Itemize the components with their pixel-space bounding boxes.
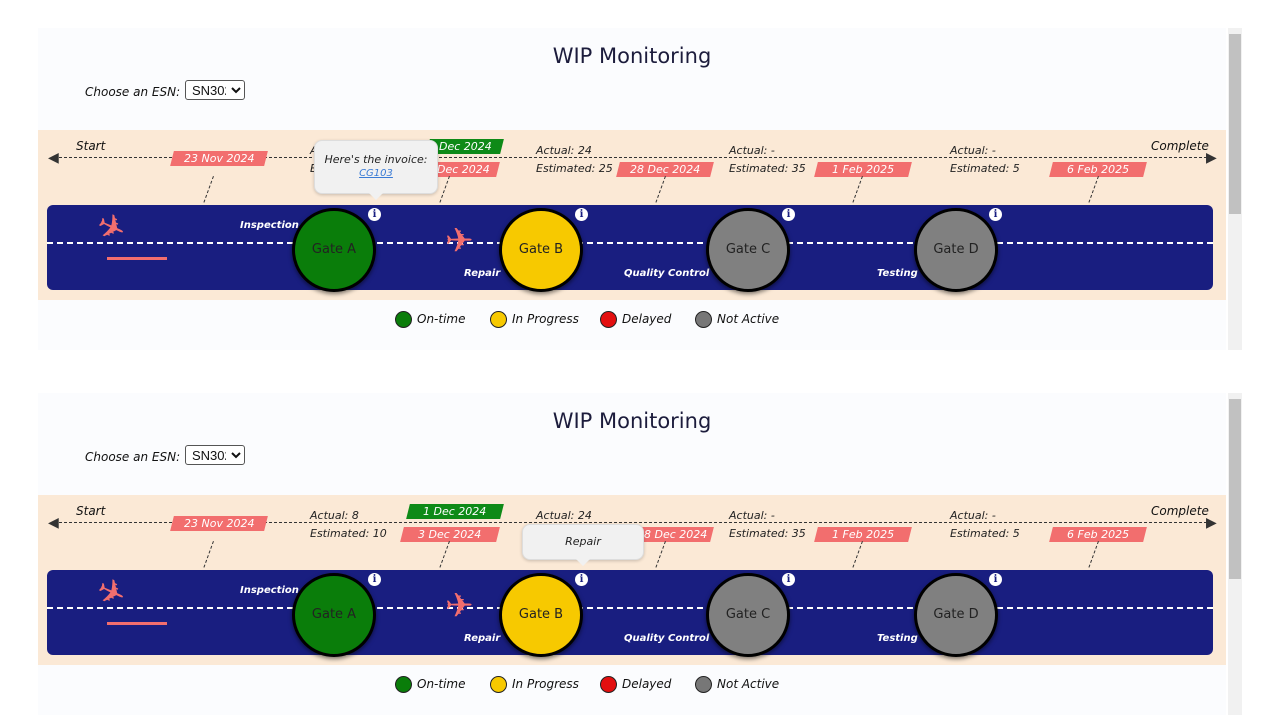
legend-item-on-time: On-time: [395, 676, 466, 693]
meta-gate-b: Actual: 24: [536, 509, 592, 522]
stage-label-inspection: Inspection: [240, 220, 299, 231]
meta-gate-c: Actual: - Estimated: 35: [729, 509, 806, 540]
date-tag-start: 23 Nov 2024: [170, 516, 268, 531]
stage-label-repair: Repair: [464, 633, 501, 644]
airplane-icon: ✈: [445, 221, 474, 261]
scrollbar[interactable]: [1228, 393, 1242, 715]
stage-label-quality-control: Quality Control: [624, 268, 710, 279]
legend-item-on-time: On-time: [395, 311, 466, 328]
connector-gate-d: [1088, 541, 1099, 568]
date-tag-gate-a-actual: 1 Dec 2024: [406, 504, 504, 519]
esn-label: Choose an ESN:: [85, 450, 181, 464]
date-tag-start: 23 Nov 2024: [170, 151, 268, 166]
arrow-left-icon: ◀: [48, 150, 59, 166]
page-title: WIP Monitoring: [552, 409, 712, 433]
meta-gate-a: Actual: 8 Estimated: 10: [310, 509, 387, 540]
connector-gate-c: [852, 541, 863, 568]
meta-gate-b: Actual: 24 Estimated: 25: [536, 144, 613, 175]
info-icon[interactable]: i: [575, 573, 588, 586]
date-tag-gate-c: 1 Feb 2025: [814, 162, 912, 177]
timeline-band: ◀ ▶ Start Complete 23 Nov 2024 Dec 2024 …: [38, 130, 1226, 300]
arrow-left-icon: ◀: [48, 515, 59, 531]
info-icon[interactable]: i: [368, 573, 381, 586]
scrollbar-thumb[interactable]: [1229, 34, 1241, 214]
info-icon[interactable]: i: [575, 208, 588, 221]
start-label: Start: [76, 139, 106, 153]
connector-gate-d: [1088, 176, 1099, 203]
stage-label-testing: Testing: [877, 268, 918, 279]
gate-c[interactable]: Gate C: [706, 208, 790, 292]
esn-select[interactable]: SN302: [185, 80, 245, 100]
gate-d[interactable]: Gate D: [914, 573, 998, 657]
connector-gate-c: [852, 176, 863, 203]
complete-label: Complete: [1151, 139, 1209, 153]
tooltip-title: Repair: [565, 535, 601, 548]
connector-start: [203, 541, 214, 568]
legend-item-delayed: Delayed: [600, 311, 671, 328]
legend-item-delayed: Delayed: [600, 676, 671, 693]
gate-c[interactable]: Gate C: [706, 573, 790, 657]
meta-gate-d: Actual: - Estimated: 5: [950, 144, 1020, 175]
connector-gate-b: [655, 541, 666, 568]
date-tag-gate-b: 8 Dec 2024: [638, 527, 714, 542]
date-tag-gate-a-estimated: 3 Dec 2024: [400, 527, 500, 542]
info-icon[interactable]: i: [782, 573, 795, 586]
track-centerline: [47, 607, 1213, 609]
info-icon[interactable]: i: [989, 573, 1002, 586]
wip-panel-2: WIP Monitoring Choose an ESN: SN302 ◀ ▶ …: [38, 393, 1226, 715]
connector-start: [203, 176, 214, 203]
date-tag-gate-d: 6 Feb 2025: [1049, 162, 1147, 177]
esn-label: Choose an ESN:: [85, 85, 181, 99]
invoice-tooltip: Here's the invoice: CG103: [314, 140, 438, 200]
gate-b[interactable]: Gate B: [499, 573, 583, 657]
scrollbar[interactable]: [1228, 28, 1242, 350]
start-label: Start: [76, 504, 106, 518]
legend-item-in-progress: In Progress: [490, 311, 579, 328]
gate-a[interactable]: Gate A: [292, 573, 376, 657]
runway-line: [107, 257, 167, 260]
info-icon[interactable]: i: [989, 208, 1002, 221]
stage-label-inspection: Inspection: [240, 585, 299, 596]
stage-label-repair: Repair: [464, 268, 501, 279]
gate-track: ✈ ✈ Inspection Repair Quality Control Te…: [47, 204, 1213, 290]
connector-gate-b: [655, 176, 666, 203]
stage-tooltip: Repair: [522, 524, 644, 566]
date-tag-gate-b: 28 Dec 2024: [616, 162, 714, 177]
legend-item-not-active: Not Active: [695, 676, 779, 693]
scrollbar-thumb[interactable]: [1229, 399, 1241, 579]
connector-gate-a: [439, 176, 450, 203]
track-centerline: [47, 242, 1213, 244]
tooltip-title: Here's the invoice:: [324, 153, 428, 166]
info-icon[interactable]: i: [782, 208, 795, 221]
runway-line: [107, 622, 167, 625]
gate-d[interactable]: Gate D: [914, 208, 998, 292]
gate-a[interactable]: Gate A: [292, 208, 376, 292]
gate-track: ✈ ✈ Inspection Repair Quality Control Te…: [47, 569, 1213, 655]
legend-item-in-progress: In Progress: [490, 676, 579, 693]
airplane-icon: ✈: [445, 586, 474, 626]
date-tag-gate-d: 6 Feb 2025: [1049, 527, 1147, 542]
page-title: WIP Monitoring: [552, 44, 712, 68]
gate-b[interactable]: Gate B: [499, 208, 583, 292]
stage-label-testing: Testing: [877, 633, 918, 644]
meta-gate-d: Actual: - Estimated: 5: [950, 509, 1020, 540]
meta-gate-c: Actual: - Estimated: 35: [729, 144, 806, 175]
esn-select[interactable]: SN302: [185, 445, 245, 465]
invoice-link[interactable]: CG103: [359, 168, 393, 179]
info-icon[interactable]: i: [368, 208, 381, 221]
stage-label-quality-control: Quality Control: [624, 633, 710, 644]
wip-panel-1: WIP Monitoring Choose an ESN: SN302 ◀ ▶ …: [38, 28, 1226, 350]
legend-item-not-active: Not Active: [695, 311, 779, 328]
connector-gate-a: [439, 541, 450, 568]
timeline-band: ◀ ▶ Start Complete 23 Nov 2024 1 Dec 202…: [38, 495, 1226, 665]
date-tag-gate-c: 1 Feb 2025: [814, 527, 912, 542]
complete-label: Complete: [1151, 504, 1209, 518]
